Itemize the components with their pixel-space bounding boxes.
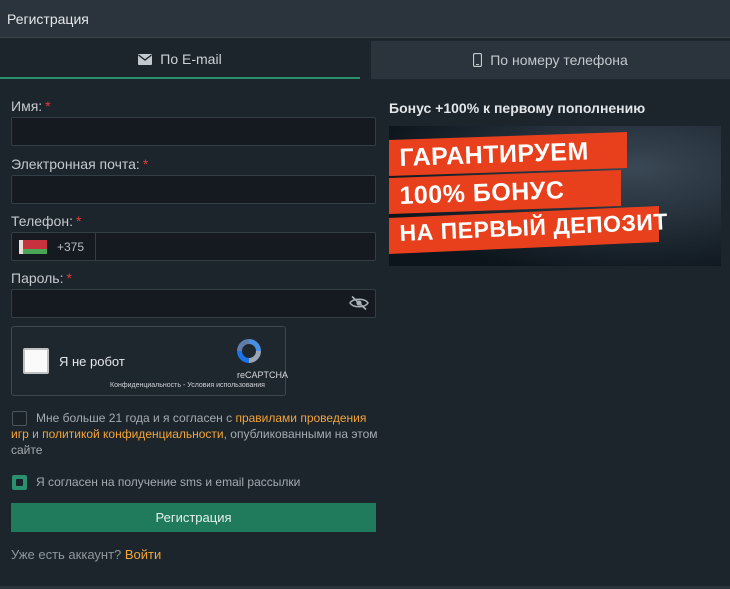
login-text: Уже есть аккаунт? <box>11 547 125 562</box>
terms-text-2: и <box>28 427 43 441</box>
required-mark: * <box>66 270 72 286</box>
eye-slash-icon[interactable] <box>349 295 369 311</box>
sms-label: Я согласен на получение sms и email расс… <box>36 475 301 489</box>
login-line: Уже есть аккаунт? Войти <box>11 547 161 562</box>
belarus-flag-icon <box>19 239 47 254</box>
recaptcha-checkbox[interactable] <box>23 348 49 374</box>
recaptcha-brand: reCAPTCHA <box>237 370 289 380</box>
name-label-text: Имя: <box>11 98 43 114</box>
name-field[interactable] <box>12 118 375 145</box>
bonus-banner[interactable]: ГАРАНТИРУЕМ 100% БОНУС НА ПЕРВЫЙ ДЕПОЗИТ <box>389 126 721 266</box>
sms-checkbox[interactable] <box>12 475 27 490</box>
recaptcha-label: Я не робот <box>59 354 125 369</box>
password-label: Пароль: * <box>11 270 72 286</box>
tab-email[interactable]: По E-mail <box>0 41 360 79</box>
login-link[interactable]: Войти <box>125 547 161 562</box>
page-title: Регистрация <box>7 10 89 27</box>
name-field-wrapper <box>11 117 376 146</box>
recaptcha-logo-icon <box>237 339 261 363</box>
email-label: Электронная почта: * <box>11 156 148 172</box>
recaptcha-widget: Я не робот reCAPTCHA Конфиденциальность … <box>11 326 289 396</box>
recaptcha-links[interactable]: Конфиденциальность - Условия использован… <box>110 382 265 389</box>
phone-icon <box>473 53 483 67</box>
phone-label-text: Телефон: <box>11 213 73 229</box>
country-code: +375 <box>57 239 85 254</box>
email-field-wrapper <box>11 175 376 204</box>
header: Регистрация <box>0 0 730 38</box>
tabs: По E-mail По номеру телефона <box>0 41 730 79</box>
password-label-text: Пароль: <box>11 270 64 286</box>
tab-phone-label: По номеру телефона <box>490 52 628 68</box>
password-field[interactable] <box>12 290 375 317</box>
phone-field[interactable] <box>98 233 375 260</box>
tab-email-label: По E-mail <box>160 51 222 67</box>
country-code-selector[interactable]: +375 <box>12 233 96 260</box>
terms-text: Мне больше 21 года и я согласен с правил… <box>11 410 379 458</box>
required-mark: * <box>45 98 51 114</box>
email-label-text: Электронная почта: <box>11 156 140 172</box>
terms-text-1: Мне больше 21 года и я согласен с <box>36 411 236 425</box>
phone-field-wrapper: +375 <box>11 232 376 261</box>
register-button[interactable]: Регистрация <box>11 503 376 532</box>
envelope-icon <box>138 53 153 65</box>
required-mark: * <box>75 213 82 229</box>
name-label: Имя: * <box>11 98 51 114</box>
required-mark: * <box>142 156 149 172</box>
phone-label: Телефон: * <box>11 213 81 229</box>
password-field-wrapper <box>11 289 376 318</box>
privacy-link[interactable]: политикой конфиденциальности <box>42 427 223 441</box>
bonus-title: Бонус +100% к первому пополнению <box>389 100 646 116</box>
banner-line-2: 100% БОНУС <box>399 176 565 210</box>
email-field[interactable] <box>12 176 375 203</box>
tab-phone[interactable]: По номеру телефона <box>371 41 730 79</box>
